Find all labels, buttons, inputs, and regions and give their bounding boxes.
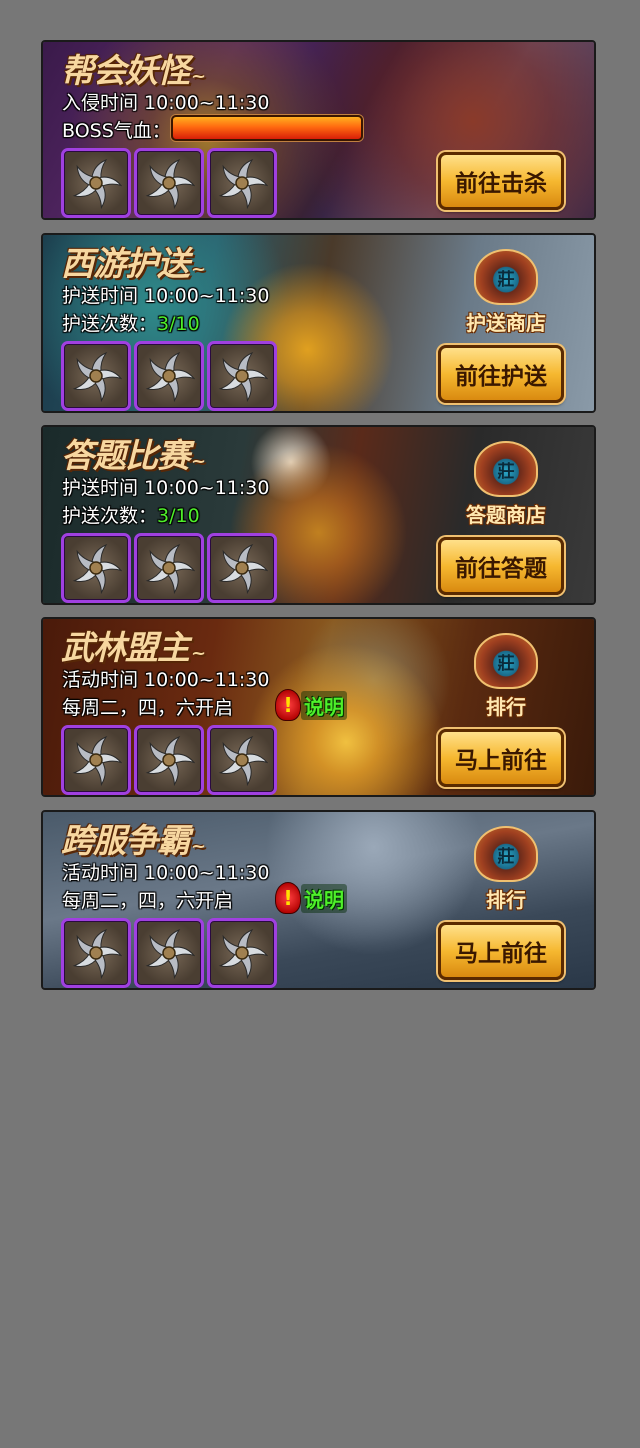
invasion-time: 入侵时间 10:00~11:30 [62,92,270,114]
reward-slot[interactable] [61,725,131,795]
reward-slot[interactable] [134,533,204,603]
ranking-emblem-icon: 莊 [474,826,538,882]
boss-hp-label: BOSS气血： [62,120,171,142]
shuriken-icon [72,735,122,786]
event-panel-guild-monster: 帮会妖怪 ~ 入侵时间 10:00~11:30 BOSS气血： 前往击杀 [41,40,596,220]
reward-slot[interactable] [134,148,204,218]
escort-count: 护送次数：3/10 [62,313,200,335]
exclamation-icon: ! [275,689,301,721]
reward-slot[interactable] [134,725,204,795]
reward-slot[interactable] [134,918,204,988]
ranking-emblem-icon: 莊 [474,633,538,689]
ranking-label: 排行 [486,695,526,719]
info-note-label: 说明 [301,690,347,720]
go-kill-button[interactable]: 前往击杀 [438,152,564,210]
reward-slot[interactable] [61,341,131,411]
shuriken-icon [72,158,122,209]
reward-slot[interactable] [61,148,131,218]
exclamation-icon: ! [275,882,301,914]
shuriken-icon [72,543,122,594]
panel-title: 答题比赛 ~ [61,436,206,475]
go-quiz-button[interactable]: 前往答题 [438,537,564,595]
event-panel-escort: 西游护送 ~ 护送时间 10:00~11:30 护送次数：3/10 莊 护送商店 … [41,233,596,413]
escort-shop-button[interactable]: 莊 护送商店 [458,249,554,339]
reward-slot[interactable] [134,341,204,411]
reward-slot[interactable] [207,148,277,218]
shuriken-icon [72,351,122,402]
shop-emblem-icon: 莊 [474,441,538,497]
reward-slot[interactable] [207,918,277,988]
event-schedule: 每周二，四，六开启 [62,697,234,719]
escort-time: 护送时间 10:00~11:30 [62,285,270,307]
shuriken-icon [145,928,195,979]
shop-emblem-icon: 莊 [474,249,538,305]
reward-slot[interactable] [207,533,277,603]
ranking-button[interactable]: 莊 排行 [458,826,554,916]
event-panel-cross-server: 跨服争霸 ~ 活动时间 10:00~11:30 每周二，四，六开启 ! 说明 莊 … [41,810,596,990]
shuriken-icon [218,543,268,594]
shuriken-icon [218,735,268,786]
info-note-label: 说明 [301,883,347,913]
event-schedule: 每周二，四，六开启 [62,890,234,912]
go-now-button[interactable]: 马上前往 [438,922,564,980]
go-now-button[interactable]: 马上前往 [438,729,564,787]
reward-slot[interactable] [61,533,131,603]
info-note-button[interactable]: ! 说明 [275,689,347,721]
boss-hp-bar [171,115,363,141]
reward-slot[interactable] [207,341,277,411]
shuriken-icon [145,543,195,594]
shuriken-icon [145,735,195,786]
shop-label: 护送商店 [466,311,546,335]
event-time: 活动时间 10:00~11:30 [62,862,270,884]
reward-slot[interactable] [207,725,277,795]
panel-title: 西游护送 ~ [61,244,206,283]
shop-label: 答题商店 [466,503,546,527]
panel-title: 跨服争霸 ~ [61,821,206,860]
event-panel-martial-leader: 武林盟主 ~ 活动时间 10:00~11:30 每周二，四，六开启 ! 说明 莊 … [41,617,596,797]
reward-slot[interactable] [61,918,131,988]
ranking-label: 排行 [486,888,526,912]
shuriken-icon [218,158,268,209]
panel-title: 帮会妖怪 ~ [61,51,206,90]
shuriken-icon [145,351,195,402]
go-escort-button[interactable]: 前往护送 [438,345,564,403]
quiz-time: 护送时间 10:00~11:30 [62,477,270,499]
shuriken-icon [145,158,195,209]
quiz-count: 护送次数：3/10 [62,505,200,527]
event-time: 活动时间 10:00~11:30 [62,669,270,691]
shuriken-icon [72,928,122,979]
shuriken-icon [218,351,268,402]
info-note-button[interactable]: ! 说明 [275,882,347,914]
quiz-shop-button[interactable]: 莊 答题商店 [458,441,554,531]
shuriken-icon [218,928,268,979]
panel-title: 武林盟主 ~ [61,628,206,667]
ranking-button[interactable]: 莊 排行 [458,633,554,723]
event-panel-quiz: 答题比赛 ~ 护送时间 10:00~11:30 护送次数：3/10 莊 答题商店 … [41,425,596,605]
